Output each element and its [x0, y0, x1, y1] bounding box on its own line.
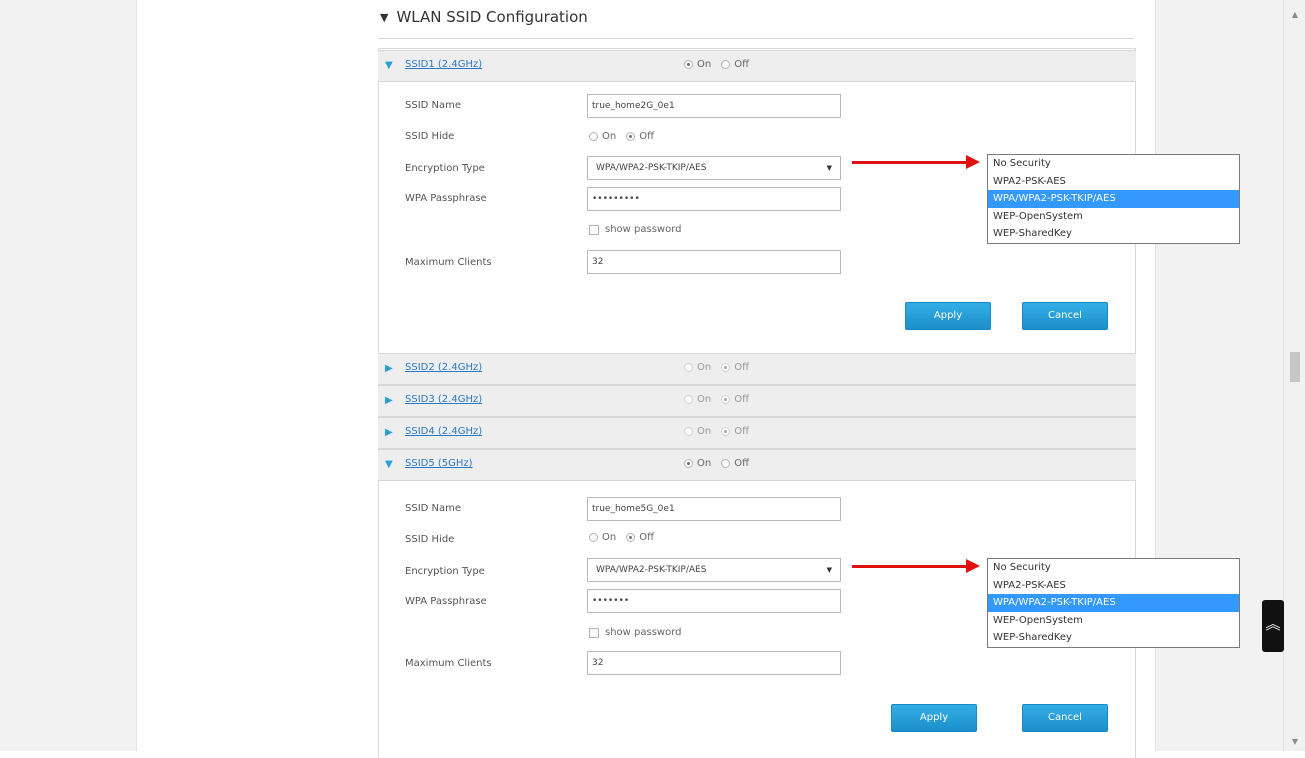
dropdown-caret-icon: ▼ — [826, 566, 832, 574]
red-arrow-head-icon — [966, 559, 980, 573]
ssid5-passphrase-input[interactable]: ••••••• — [587, 589, 841, 613]
ssid3-header: ▶ SSID3 (2.4GHz) On Off — [378, 385, 1136, 417]
section-title[interactable]: ▼ WLAN SSID Configuration — [380, 8, 588, 26]
section-divider — [378, 38, 1134, 39]
ssid2-on-radio[interactable] — [684, 363, 693, 372]
ssid1-toggle: On Off — [684, 59, 759, 70]
option-wpa2-psk-aes[interactable]: WPA2-PSK-AES — [988, 173, 1239, 191]
ssid5-apply-button[interactable]: Apply — [891, 704, 977, 732]
ssid5-name-input[interactable] — [587, 497, 841, 521]
ssid1-on-radio[interactable] — [684, 60, 693, 69]
collapsed-triangle-icon[interactable]: ▶ — [385, 427, 393, 438]
ssid1-apply-button[interactable]: Apply — [905, 302, 991, 330]
option-wpa-wpa2-psk-tkip-aes[interactable]: WPA/WPA2-PSK-TKIP/AES — [988, 190, 1239, 208]
wpa-passphrase-label: WPA Passphrase — [405, 193, 487, 204]
ssid5-hide-off-radio[interactable] — [626, 533, 636, 542]
ssid2-toggle: On Off — [684, 362, 759, 373]
ssid1-hide-radios: On Off — [589, 131, 664, 142]
scroll-down-arrow-icon[interactable]: ▼ — [1284, 733, 1305, 751]
ssid1-hide-off-radio[interactable] — [626, 132, 636, 141]
red-arrow-shaft — [852, 565, 970, 568]
ssid1-link[interactable]: SSID1 (2.4GHz) — [405, 59, 482, 70]
ssid2-header: ▶ SSID2 (2.4GHz) On Off — [378, 353, 1136, 385]
option-no-security[interactable]: No Security — [988, 155, 1239, 173]
ssid5-toggle: On Off — [684, 458, 759, 469]
ssid3-off-radio[interactable] — [721, 395, 731, 404]
ssid1-passphrase-input[interactable]: ••••••••• — [587, 187, 841, 211]
ssid4-header: ▶ SSID4 (2.4GHz) On Off — [378, 417, 1136, 449]
ssid4-on-radio[interactable] — [684, 427, 693, 436]
collapsed-triangle-icon[interactable]: ▶ — [385, 363, 393, 374]
ssid1-max-clients-input[interactable] — [587, 250, 841, 274]
double-chevron-up-icon: ︽ — [1265, 615, 1281, 633]
ssid5-hide-radios: On Off — [589, 532, 664, 543]
left-margin — [0, 0, 137, 751]
ssid2-link[interactable]: SSID2 (2.4GHz) — [405, 362, 482, 373]
ssid5-on-radio[interactable] — [684, 459, 693, 468]
collapsed-triangle-icon[interactable]: ▶ — [385, 395, 393, 406]
red-arrow-shaft — [852, 161, 970, 164]
max-clients-label: Maximum Clients — [405, 257, 492, 268]
collapse-triangle-icon: ▼ — [380, 11, 389, 24]
ssid5-off-radio[interactable] — [721, 459, 731, 468]
back-to-top-button[interactable]: ︽ — [1262, 600, 1284, 652]
option-wep-opensystem[interactable]: WEP-OpenSystem — [988, 612, 1239, 630]
ssid-hide-label: SSID Hide — [405, 131, 455, 142]
ssid5-cancel-button[interactable]: Cancel — [1022, 704, 1108, 732]
ssid2-off-radio[interactable] — [721, 363, 731, 372]
show-password-checkbox[interactable] — [589, 627, 599, 638]
option-no-security[interactable]: No Security — [988, 559, 1239, 577]
expanded-triangle-icon[interactable]: ▼ — [385, 60, 393, 71]
ssid1-off-radio[interactable] — [721, 60, 731, 69]
max-clients-label: Maximum Clients — [405, 658, 492, 669]
ssid1-encryption-select[interactable]: WPA/WPA2-PSK-TKIP/AES ▼ — [587, 156, 841, 180]
ssid3-link[interactable]: SSID3 (2.4GHz) — [405, 394, 482, 405]
scroll-thumb[interactable] — [1290, 352, 1300, 382]
ssid3-on-radio[interactable] — [684, 395, 693, 404]
page-scrollbar[interactable]: ▲ ▼ — [1283, 0, 1305, 751]
option-wpa-wpa2-psk-tkip-aes[interactable]: WPA/WPA2-PSK-TKIP/AES — [988, 594, 1239, 612]
ssid5-hide-on-radio[interactable] — [589, 533, 598, 542]
dropdown-caret-icon: ▼ — [826, 164, 832, 172]
scroll-up-arrow-icon[interactable]: ▲ — [1284, 6, 1305, 24]
expanded-triangle-icon[interactable]: ▼ — [385, 459, 393, 470]
ssid1-cancel-button[interactable]: Cancel — [1022, 302, 1108, 330]
option-wep-sharedkey[interactable]: WEP-SharedKey — [988, 629, 1239, 647]
ssid3-toggle: On Off — [684, 394, 759, 405]
ssid5-link[interactable]: SSID5 (5GHz) — [405, 458, 473, 469]
ssid4-off-radio[interactable] — [721, 427, 731, 436]
option-wpa2-psk-aes[interactable]: WPA2-PSK-AES — [988, 577, 1239, 595]
encryption-dropdown-list-2: No Security WPA2-PSK-AES WPA/WPA2-PSK-TK… — [987, 558, 1240, 648]
ssid1-show-password[interactable]: show password — [589, 224, 682, 235]
ssid4-toggle: On Off — [684, 426, 759, 437]
ssid5-max-clients-input[interactable] — [587, 651, 841, 675]
show-password-checkbox[interactable] — [589, 224, 599, 235]
red-arrow-head-icon — [966, 155, 980, 169]
encryption-dropdown-list-1: No Security WPA2-PSK-AES WPA/WPA2-PSK-TK… — [987, 154, 1240, 244]
selected-encryption: WPA/WPA2-PSK-TKIP/AES — [596, 565, 707, 575]
option-wep-sharedkey[interactable]: WEP-SharedKey — [988, 225, 1239, 243]
ssid5-show-password[interactable]: show password — [589, 627, 682, 638]
ssid1-name-input[interactable] — [587, 94, 841, 118]
ssid1-header: ▼ SSID1 (2.4GHz) On Off — [378, 50, 1136, 82]
ssid1-hide-on-radio[interactable] — [589, 132, 598, 141]
ssid-hide-label: SSID Hide — [405, 534, 455, 545]
encryption-type-label: Encryption Type — [405, 163, 485, 174]
ssid-name-label: SSID Name — [405, 100, 462, 111]
ssid-name-label: SSID Name — [405, 503, 462, 514]
ssid5-encryption-select[interactable]: WPA/WPA2-PSK-TKIP/AES ▼ — [587, 558, 841, 582]
ssid4-link[interactable]: SSID4 (2.4GHz) — [405, 426, 482, 437]
option-wep-opensystem[interactable]: WEP-OpenSystem — [988, 208, 1239, 226]
encryption-type-label: Encryption Type — [405, 566, 485, 577]
wpa-passphrase-label: WPA Passphrase — [405, 596, 487, 607]
ssid5-header: ▼ SSID5 (5GHz) On Off — [378, 449, 1136, 481]
selected-encryption: WPA/WPA2-PSK-TKIP/AES — [596, 163, 707, 173]
